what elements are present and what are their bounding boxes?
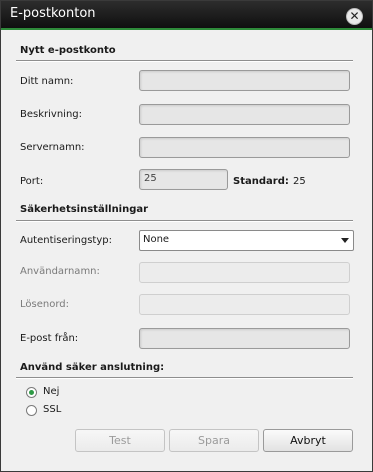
title-bar[interactable]: E-postkonton ✕ bbox=[1, 1, 372, 30]
radio-nej-label[interactable]: Nej bbox=[43, 386, 59, 397]
test-button[interactable]: Test bbox=[75, 429, 165, 452]
auth-type-value: None bbox=[143, 234, 170, 245]
from-email-label: E-post från: bbox=[20, 333, 79, 344]
section-title-new-account: Nytt e-postkonto bbox=[20, 45, 116, 56]
cancel-button[interactable]: Avbryt bbox=[263, 429, 353, 452]
name-label: Ditt namn: bbox=[20, 76, 74, 87]
username-label: Användarnamn: bbox=[20, 266, 100, 277]
password-label: Lösenord: bbox=[20, 299, 69, 310]
auth-type-label: Autentiseringstyp: bbox=[20, 235, 112, 246]
port-label: Port: bbox=[20, 176, 44, 187]
auth-type-select[interactable]: None bbox=[139, 230, 354, 251]
close-button[interactable]: ✕ bbox=[346, 8, 363, 25]
section-divider bbox=[16, 220, 353, 222]
window-title: E-postkonton bbox=[10, 6, 96, 21]
server-input[interactable] bbox=[139, 137, 350, 158]
section-divider bbox=[16, 60, 353, 62]
description-label: Beskrivning: bbox=[20, 109, 82, 120]
from-email-input[interactable] bbox=[139, 328, 350, 349]
email-accounts-dialog: E-postkonton ✕ Nytt e-postkonto Ditt nam… bbox=[0, 0, 373, 472]
description-input[interactable] bbox=[139, 104, 350, 125]
password-input[interactable] bbox=[139, 294, 350, 315]
port-input[interactable]: 25 bbox=[139, 169, 228, 190]
username-input[interactable] bbox=[139, 262, 350, 283]
section-title-secure-connection: Använd säker anslutning: bbox=[20, 362, 165, 373]
standard-port-label: Standard: bbox=[233, 176, 289, 187]
section-divider bbox=[16, 377, 353, 379]
section-title-security: Säkerhetsinställningar bbox=[20, 204, 149, 215]
radio-ssl[interactable] bbox=[26, 405, 37, 416]
name-input[interactable] bbox=[139, 70, 350, 91]
close-icon: ✕ bbox=[349, 9, 360, 23]
radio-nej[interactable] bbox=[26, 387, 37, 398]
server-label: Servernamn: bbox=[20, 142, 85, 153]
save-button[interactable]: Spara bbox=[169, 429, 259, 452]
standard-port-value: 25 bbox=[293, 176, 306, 187]
radio-ssl-label[interactable]: SSL bbox=[43, 404, 61, 415]
chevron-down-icon bbox=[341, 238, 349, 243]
